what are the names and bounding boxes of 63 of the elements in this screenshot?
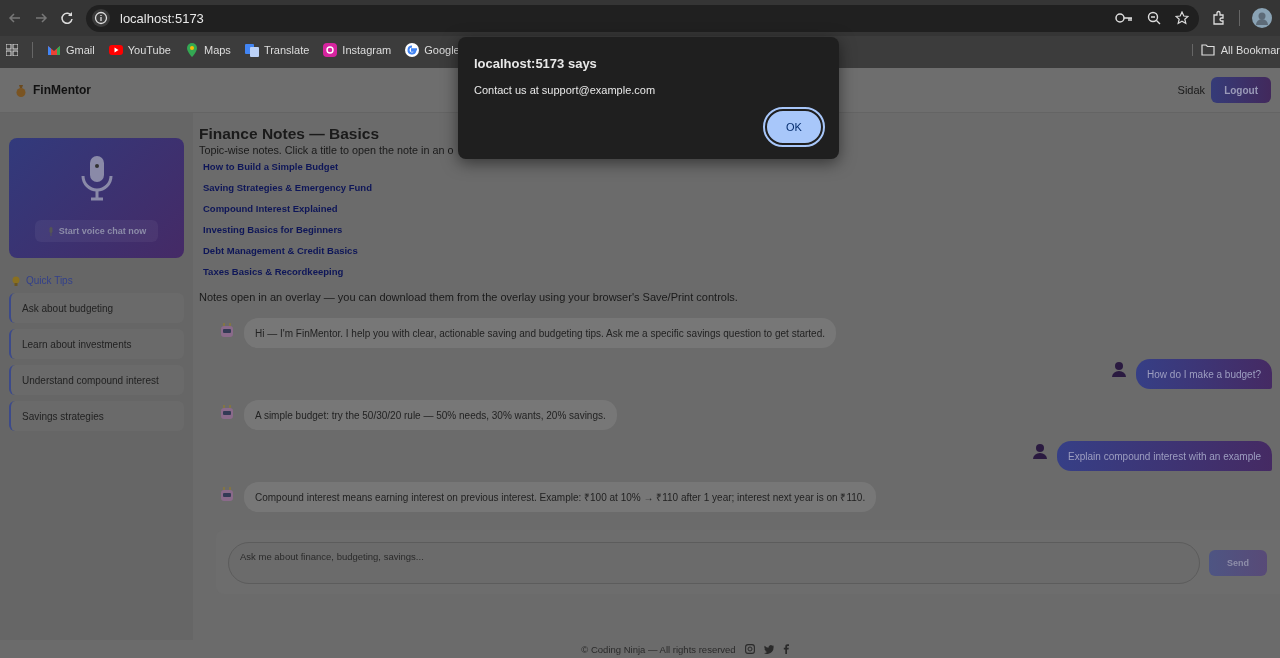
app-logo-text: FinMentor <box>33 83 91 97</box>
forward-icon[interactable] <box>34 11 48 25</box>
ok-button[interactable]: OK <box>765 109 823 145</box>
note-link[interactable]: Investing Basics for Beginners <box>203 223 343 236</box>
note-link[interactable]: Compound Interest Explained <box>203 202 338 215</box>
notes-heading: Finance Notes — Basics <box>199 125 380 143</box>
bookmark-favicon-icon <box>244 43 259 57</box>
user-message: Explain compound interest with an example <box>1057 441 1272 471</box>
quick-tip-item[interactable]: Learn about investments <box>9 329 184 359</box>
bookmark-favicon-icon <box>108 43 123 57</box>
send-button[interactable]: Send <box>1209 550 1267 576</box>
voice-chat-button[interactable]: Start voice chat now <box>34 220 159 242</box>
user-message: How do I make a budget? <box>1136 359 1272 389</box>
notes-subtitle: Topic-wise notes. Click a title to open the note in an o <box>199 143 454 157</box>
apps-grid-icon[interactable] <box>6 44 18 56</box>
dialog-title: localhost:5173 says <box>474 56 598 71</box>
twitter-icon[interactable] <box>763 644 774 654</box>
info-icon[interactable] <box>92 9 110 27</box>
key-icon[interactable] <box>1115 12 1133 24</box>
note-link[interactable]: How to Build a Simple Budget <box>203 160 339 173</box>
bookmark-link[interactable]: Translate <box>244 43 310 57</box>
address-bar[interactable]: localhost:5173 <box>86 4 1199 32</box>
robot-avatar-icon <box>219 486 235 502</box>
robot-avatar-icon <box>219 404 235 420</box>
microphone-icon <box>46 226 55 236</box>
bookmark-favicon-icon <box>323 43 338 57</box>
chat-input-field[interactable]: Ask me about finance, budgeting, savings... <box>228 542 1200 584</box>
zoom-out-icon[interactable] <box>1147 11 1161 25</box>
star-icon[interactable] <box>1175 11 1189 25</box>
reload-icon[interactable] <box>60 11 74 25</box>
profile-avatar-icon[interactable] <box>1252 8 1272 28</box>
note-link[interactable]: Debt Management & Credit Basics <box>203 244 358 257</box>
extensions-icon[interactable] <box>1211 10 1227 26</box>
bookmark-link[interactable]: Instagram <box>323 43 392 57</box>
instagram-icon[interactable] <box>744 644 755 654</box>
note-link[interactable]: Saving Strategies & Emergency Fund <box>203 181 372 194</box>
bookmark-favicon-icon <box>405 43 420 57</box>
money-bag-icon <box>15 83 27 97</box>
dialog-message: Contact us at support@example.com <box>474 84 657 96</box>
back-icon[interactable] <box>8 11 22 25</box>
bot-message: Compound interest means earning interest on previous interest. Example: ₹100 at 10% → ₹110 after 1 year; interest next year is on ₹110. <box>244 482 877 512</box>
user-name: Sidak <box>1177 84 1206 96</box>
bot-message: A simple budget: try the 50/30/20 rule — 50% needs, 30% wants, 20% savings. <box>244 400 617 430</box>
bookmark-favicon-icon <box>47 43 61 57</box>
notes-hint: Notes open in an overlay — you can download them from the overlay using your browser's Save/Print controls. <box>199 291 738 303</box>
user-avatar-icon <box>1111 361 1128 377</box>
lightbulb-icon <box>12 275 20 286</box>
bookmark-favicon-icon <box>184 43 199 57</box>
logout-button[interactable]: Logout <box>1211 77 1271 103</box>
folder-icon <box>1200 44 1215 56</box>
quick-tip-item[interactable]: Understand compound interest <box>9 365 184 395</box>
quick-tip-item[interactable]: Ask about budgeting <box>9 293 184 323</box>
user-avatar-icon <box>1032 443 1049 459</box>
bookmark-link[interactable]: Gmail <box>47 43 95 57</box>
bookmark-link[interactable]: YouTube <box>108 43 171 57</box>
url-text: localhost:5173 <box>120 10 204 26</box>
facebook-icon[interactable] <box>782 644 789 654</box>
quick-tip-item[interactable]: Savings strategies <box>9 401 184 431</box>
bookmark-link[interactable]: Maps <box>184 43 231 57</box>
robot-avatar-icon <box>219 322 235 338</box>
note-link[interactable]: Taxes Basics & Recordkeeping <box>203 265 344 278</box>
bookmark-link[interactable]: Google <box>405 43 460 57</box>
all-bookmarks-button[interactable]: All Bookmar <box>1191 44 1280 56</box>
